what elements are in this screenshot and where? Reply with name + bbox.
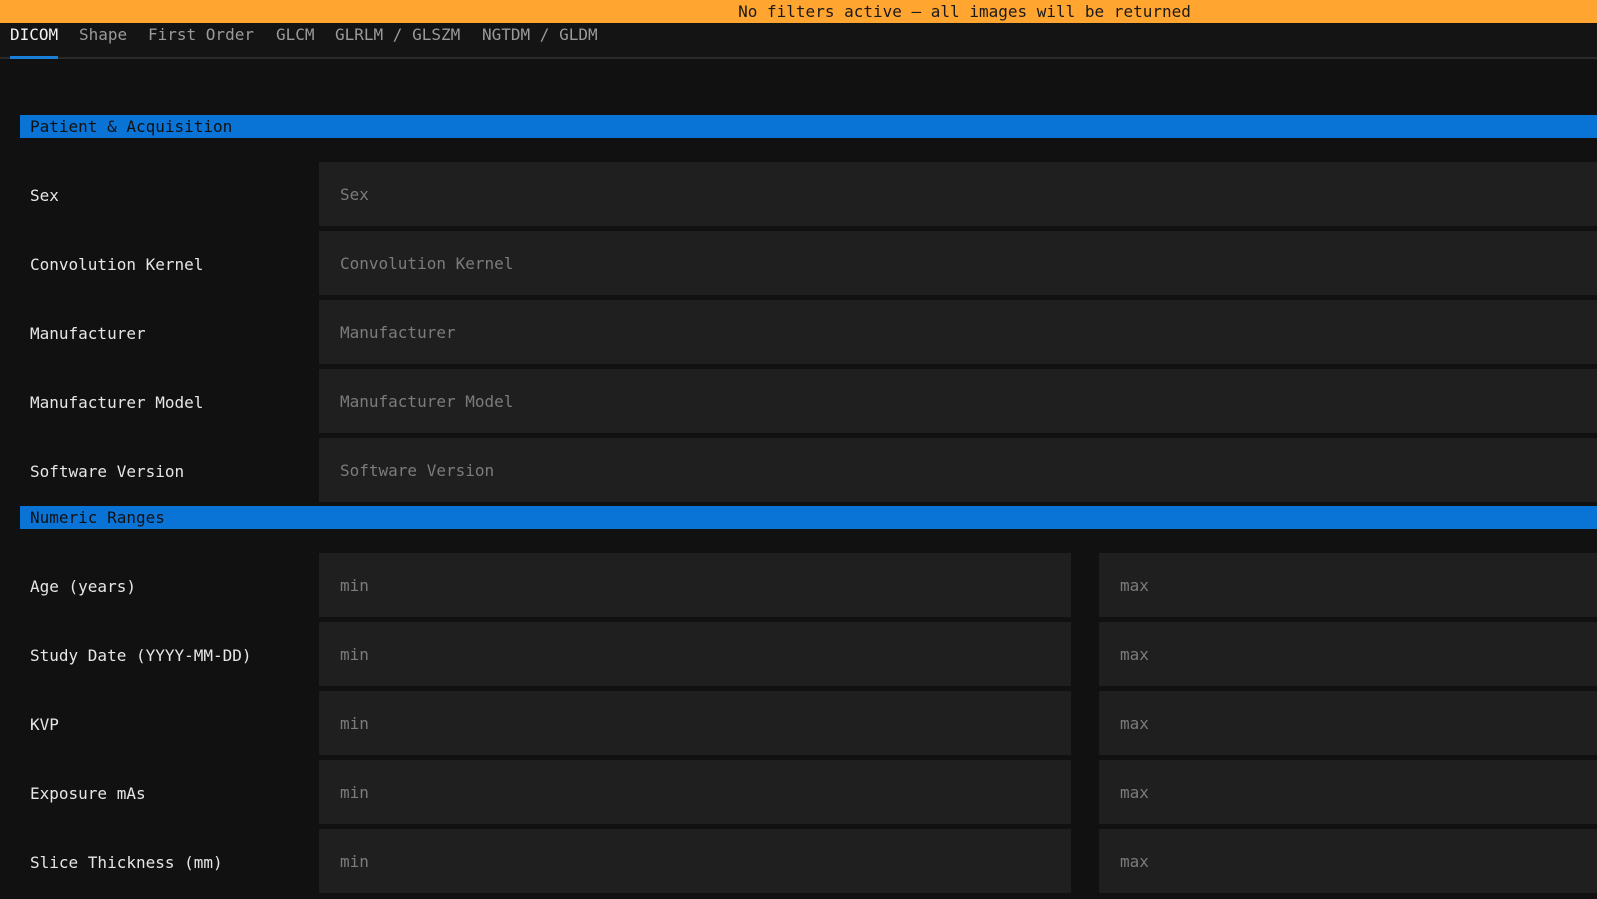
kvp-min-input[interactable]: [319, 691, 1071, 755]
study-date-label: Study Date (YYYY-MM-DD): [30, 646, 252, 665]
tab-ngtdm-gldm[interactable]: NGTDM / GLDM: [482, 23, 598, 57]
section-header-numeric-ranges: Numeric Ranges: [20, 506, 1597, 529]
slice-thickness-min-input[interactable]: [319, 829, 1071, 893]
manufacturer-model-label: Manufacturer Model: [30, 393, 204, 412]
software-version-label: Software Version: [30, 462, 185, 481]
section-header-patient-acquisition: Patient & Acquisition: [20, 115, 1597, 138]
age-max-input[interactable]: [1099, 553, 1597, 617]
filter-panel: No filters active — all images will be r…: [0, 0, 1597, 899]
exposure-mas-label: Exposure mAs: [30, 784, 146, 803]
slice-thickness-max-input[interactable]: [1099, 829, 1597, 893]
study-date-min-input[interactable]: [319, 622, 1071, 686]
sex-input[interactable]: [319, 162, 1597, 226]
tab-glrlm-glszm[interactable]: GLRLM / GLSZM: [335, 23, 460, 57]
age-label: Age (years): [30, 577, 136, 596]
manufacturer-label: Manufacturer: [30, 324, 146, 343]
manufacturer-input[interactable]: [319, 300, 1597, 364]
tab-first-order[interactable]: First Order: [148, 23, 254, 57]
tab-shape[interactable]: Shape: [79, 23, 127, 57]
tab-dicom[interactable]: DICOM: [10, 23, 59, 59]
manufacturer-model-input[interactable]: [319, 369, 1597, 433]
banner-text: No filters active — all images will be r…: [738, 2, 1191, 21]
convolution-kernel-input[interactable]: [319, 231, 1597, 295]
kvp-label: KVP: [30, 715, 59, 734]
sex-label: Sex: [30, 186, 59, 205]
no-filters-banner: No filters active — all images will be r…: [0, 0, 1597, 23]
tab-bar: DICOM Shape First Order GLCM GLRLM / GLS…: [0, 23, 1597, 59]
convolution-kernel-label: Convolution Kernel: [30, 255, 204, 274]
exposure-mas-min-input[interactable]: [319, 760, 1071, 824]
tab-glcm[interactable]: GLCM: [276, 23, 315, 57]
age-min-input[interactable]: [319, 553, 1071, 617]
exposure-mas-max-input[interactable]: [1099, 760, 1597, 824]
slice-thickness-label: Slice Thickness (mm): [30, 853, 223, 872]
study-date-max-input[interactable]: [1099, 622, 1597, 686]
software-version-input[interactable]: [319, 438, 1597, 502]
kvp-max-input[interactable]: [1099, 691, 1597, 755]
